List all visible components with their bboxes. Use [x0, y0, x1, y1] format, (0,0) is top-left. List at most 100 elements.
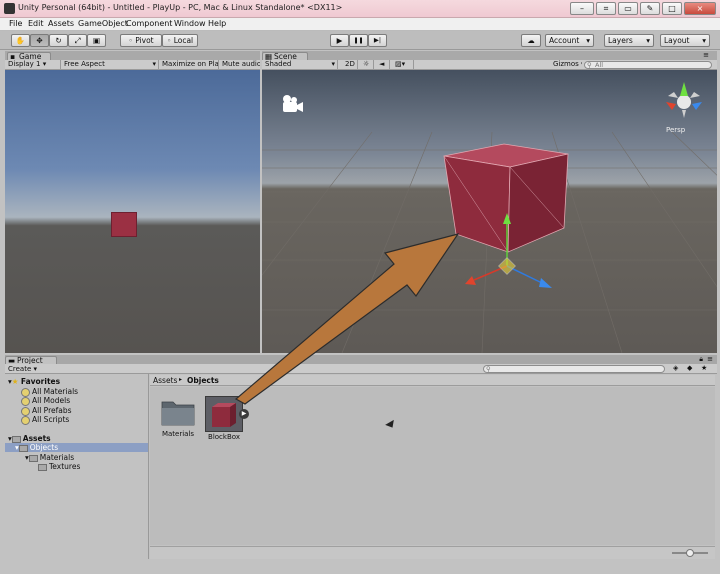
dropdown-arrow-icon: ▾	[702, 36, 706, 45]
hand-tool-button[interactable]: ✋	[11, 34, 30, 47]
mouse-cursor-icon	[385, 419, 397, 431]
rect-tool-button[interactable]: ▣	[87, 34, 106, 47]
hand-icon: ✋	[15, 36, 26, 45]
play-button[interactable]: ▶	[330, 34, 349, 47]
game-cube	[111, 212, 137, 237]
create-label: Create	[8, 365, 32, 373]
asset-item-blockbox[interactable]: ▶ BlockBox	[205, 396, 249, 442]
dropdown-arrow-icon: ▾	[33, 365, 38, 373]
persp-label[interactable]: Persp	[666, 126, 685, 134]
breadcrumb: Assets ▸ Objects	[150, 375, 715, 386]
tool-button[interactable]: ✎	[640, 2, 660, 15]
window-button[interactable]: ▭	[618, 2, 638, 15]
effects-dropdown[interactable]: ▨▾	[392, 60, 414, 69]
scene-view[interactable]: Persp	[262, 70, 717, 353]
maximize-on-play-toggle[interactable]: Maximize on Play	[159, 60, 219, 69]
asset-grid[interactable]: Materials ▶ BlockBox	[150, 387, 715, 545]
pin-button[interactable]: ⌗	[596, 2, 616, 15]
favorite-item[interactable]: All Materials	[21, 387, 78, 397]
display-label: Display 1	[8, 60, 41, 68]
window-title: Unity Personal (64bit) - Untitled - Play…	[18, 3, 343, 12]
dropdown-arrow-icon: ▾	[331, 60, 335, 68]
cloud-icon: ☁	[527, 36, 535, 45]
icon-size-slider-handle[interactable]	[686, 549, 694, 557]
dropdown-arrow-icon: ▾	[42, 60, 47, 68]
asset-item-materials[interactable]: Materials	[160, 396, 196, 442]
cloud-button[interactable]: ☁	[521, 34, 541, 47]
scale-tool-button[interactable]: ⤢	[68, 34, 87, 47]
dropdown-arrow-icon: ▾	[401, 60, 406, 68]
menu-window[interactable]: Window	[174, 19, 206, 28]
favorites-header[interactable]: ▾★ Favorites	[8, 377, 60, 386]
filter-type-icon[interactable]: ◈	[673, 364, 678, 372]
menu-component[interactable]: Component	[126, 19, 172, 28]
scene-drawing	[262, 82, 717, 353]
tree-item-objects[interactable]: ▾ Objects	[5, 443, 148, 452]
tree-item-label: Materials	[39, 453, 75, 462]
local-toggle[interactable]: ◦ Local	[162, 34, 198, 47]
assets-label: Assets	[22, 434, 51, 443]
window-icon: ▭	[624, 4, 632, 13]
lighting-toggle[interactable]: ☼	[360, 60, 374, 69]
favorite-item[interactable]: All Prefabs	[21, 406, 72, 416]
mute-audio-toggle[interactable]: Mute audio	[219, 60, 260, 69]
mode-2d-toggle[interactable]: 2D	[342, 60, 358, 69]
tree-item-label: Textures	[49, 462, 81, 471]
audio-toggle[interactable]: ◄	[376, 60, 390, 69]
step-button[interactable]: ▶|	[368, 34, 387, 47]
menu-edit[interactable]: Edit	[28, 19, 44, 28]
panel-menu-icon[interactable]: ≡	[707, 355, 713, 363]
display-dropdown[interactable]: Display 1 ▾	[5, 60, 61, 69]
tree-item-textures[interactable]: Textures	[38, 462, 80, 471]
dropdown-arrow-icon: ▾	[586, 36, 590, 45]
asset-label: Materials	[161, 430, 195, 438]
maximize-button[interactable]: □	[662, 2, 682, 15]
move-tool-button[interactable]: ✥	[30, 34, 49, 47]
search-icon: ⚲	[587, 61, 592, 69]
tree-item-materials[interactable]: ▾ Materials	[25, 453, 74, 462]
game-options-bar: Display 1 ▾ Free Aspect ▾ Maximize on Pla…	[5, 60, 260, 70]
shading-label: Shaded	[265, 60, 292, 68]
favorite-item[interactable]: All Models	[21, 396, 70, 406]
favorites-label: Favorites	[20, 377, 61, 386]
tree-item-label: Objects	[29, 443, 59, 452]
gizmos-dropdown[interactable]: Gizmos ▾	[550, 60, 582, 69]
main-toolbar: ✋ ✥ ↻ ⤢ ▣ ◦ Pivot ◦ Local ▶ ❚❚ ▶| ☁ Acco…	[0, 31, 720, 50]
filter-label-icon[interactable]: ◆	[687, 364, 692, 372]
menu-help[interactable]: Help	[208, 19, 226, 28]
close-button[interactable]: ×	[684, 2, 716, 15]
expand-prefab-icon[interactable]: ▶	[239, 409, 249, 419]
create-dropdown[interactable]: Create ▾	[8, 365, 37, 373]
layers-dropdown[interactable]: Layers ▾	[604, 34, 654, 47]
menu-gameobject[interactable]: GameObject	[78, 19, 128, 28]
local-icon: ◦	[166, 36, 172, 45]
layout-dropdown[interactable]: Layout ▾	[660, 34, 710, 47]
menu-assets[interactable]: Assets	[48, 19, 74, 28]
favorite-item[interactable]: All Scripts	[21, 415, 70, 425]
panel-menu-icon[interactable]: ≡	[703, 51, 709, 59]
layout-label: Layout	[664, 36, 690, 45]
breadcrumb-objects[interactable]: Objects	[187, 376, 219, 385]
pause-button[interactable]: ❚❚	[349, 34, 368, 47]
pivot-toggle[interactable]: ◦ Pivot	[120, 34, 162, 47]
folder-icon	[38, 463, 47, 471]
scene-search-input[interactable]: ⚲ All	[584, 61, 712, 69]
orientation-gizmo[interactable]	[666, 82, 702, 118]
project-search-input[interactable]: ⚲	[483, 365, 665, 373]
rotate-tool-button[interactable]: ↻	[49, 34, 68, 47]
breadcrumb-assets[interactable]: Assets	[153, 376, 177, 385]
image-icon: ▨	[395, 60, 402, 68]
prefab-thumbnail	[205, 396, 243, 432]
account-dropdown[interactable]: Account ▾	[545, 34, 594, 47]
aspect-dropdown[interactable]: Free Aspect ▾	[61, 60, 159, 69]
favorite-star-icon[interactable]: ★	[701, 364, 707, 372]
shading-dropdown[interactable]: Shaded ▾	[262, 60, 338, 69]
lock-icon[interactable]: 🔒︎	[699, 355, 703, 364]
minimize-button[interactable]: –	[570, 2, 594, 15]
assets-header[interactable]: ▾ Assets	[8, 434, 51, 443]
star-icon: ★	[11, 377, 19, 386]
game-view[interactable]	[5, 70, 260, 353]
menu-file[interactable]: File	[9, 19, 22, 28]
favorite-item-label: All Scripts	[32, 415, 70, 424]
pivot-icon: ◦	[128, 36, 133, 45]
